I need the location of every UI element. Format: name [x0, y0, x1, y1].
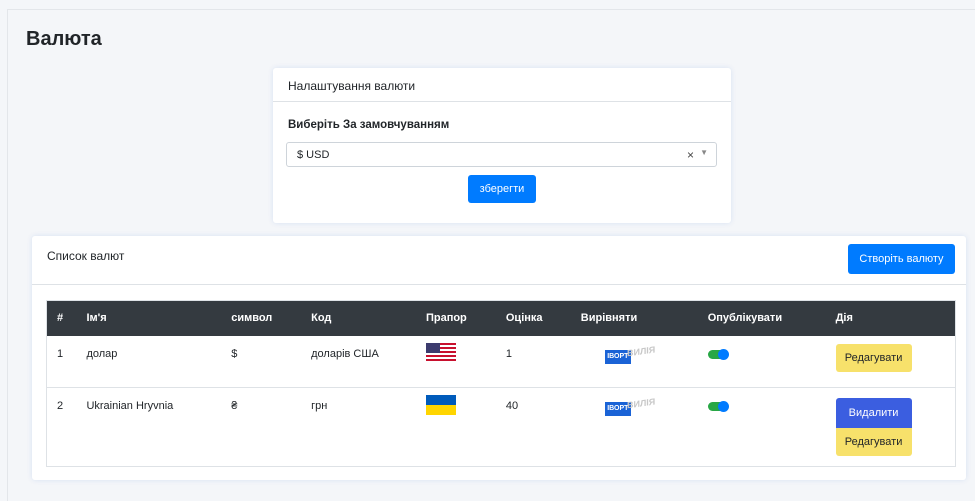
clear-selection-icon[interactable]: ×	[687, 148, 694, 162]
currency-code: грн	[311, 400, 328, 412]
currency-symbol: $	[221, 335, 302, 388]
settings-card-header: Налаштування валюти	[273, 68, 731, 102]
us-flag-icon	[425, 342, 456, 363]
default-currency-value: $ USD	[297, 149, 330, 161]
edit-button[interactable]: Редагувати	[835, 343, 912, 372]
align-cell: ІВОРТ ВИЛІЯ	[571, 388, 698, 467]
ua-flag-icon	[425, 395, 456, 415]
publish-toggle[interactable]	[707, 348, 729, 360]
column-header-publish: Опублікувати	[707, 312, 783, 325]
align-badge-text-b: ВИЛІЯ	[626, 343, 656, 358]
align-icon[interactable]: ІВОРТ ВИЛІЯ	[604, 344, 661, 366]
table-header-row: # Ім'я символ Код Прапор Оцінка Вирівнят…	[46, 300, 956, 336]
currency-symbol: ₴	[231, 400, 238, 412]
list-card-header: Список валют Створіть валюту	[32, 236, 966, 285]
currency-code: доларів США	[301, 335, 416, 388]
align-badge-text-b: ВИЛІЯ	[626, 396, 656, 411]
publish-toggle[interactable]	[707, 401, 729, 412]
column-header-align: Вирівняти	[580, 312, 638, 325]
column-header-flag: Прапор	[425, 312, 467, 325]
column-header-rate: Оцінка	[505, 312, 543, 325]
table-row: 2 Ukrainian Hryvnia ₴ грн 40 ІВОРТ ВИЛІЯ	[47, 388, 956, 467]
table-row: 1 долар $ доларів США 1 ІВОРТ ВИЛІЯ Реда…	[46, 335, 956, 388]
column-header-action: Дія	[835, 312, 853, 325]
row-number: 1	[46, 335, 77, 388]
column-header-name: Ім'я	[86, 312, 107, 325]
default-currency-select[interactable]: $ USD × ▼	[286, 142, 717, 167]
currency-name: Ukrainian Hryvnia	[86, 400, 174, 412]
publish-cell	[697, 335, 826, 388]
edit-button[interactable]: Редагувати	[835, 428, 912, 456]
column-header-symbol: символ	[231, 312, 273, 325]
currency-rate: 1	[495, 335, 571, 388]
column-header-number: #	[57, 312, 64, 325]
create-currency-button[interactable]: Створіть валюту	[848, 244, 955, 274]
flag-cell	[416, 388, 496, 467]
column-header-code: Код	[311, 312, 332, 325]
default-currency-label: Виберіть За замовчуванням	[288, 119, 450, 131]
list-title: Список валют	[47, 249, 125, 263]
row-number: 2	[57, 400, 64, 412]
currency-rate: 40	[505, 400, 519, 412]
delete-button[interactable]: Видалити	[835, 398, 912, 428]
publish-cell	[698, 388, 826, 467]
currency-table: # Ім'я символ Код Прапор Оцінка Вирівнят…	[46, 300, 956, 467]
chevron-down-icon[interactable]: ▼	[700, 148, 708, 157]
currency-settings-card: Налаштування валюти Виберіть За замовчув…	[273, 68, 731, 223]
action-cell: Видалити Редагувати	[826, 388, 956, 467]
flag-cell	[415, 335, 496, 388]
save-button[interactable]: зберегти	[468, 175, 536, 203]
currency-name: долар	[76, 335, 222, 388]
currency-list-card: Список валют Створіть валюту # Ім'я симв…	[32, 236, 966, 480]
page-title: Валюта	[26, 28, 102, 50]
align-icon[interactable]: ІВОРТ ВИЛІЯ	[604, 396, 661, 418]
content-area: Валюта Налаштування валюти Виберіть За з…	[7, 9, 975, 501]
action-cell: Редагувати	[825, 335, 956, 388]
align-cell: ІВОРТ ВИЛІЯ	[570, 335, 698, 388]
